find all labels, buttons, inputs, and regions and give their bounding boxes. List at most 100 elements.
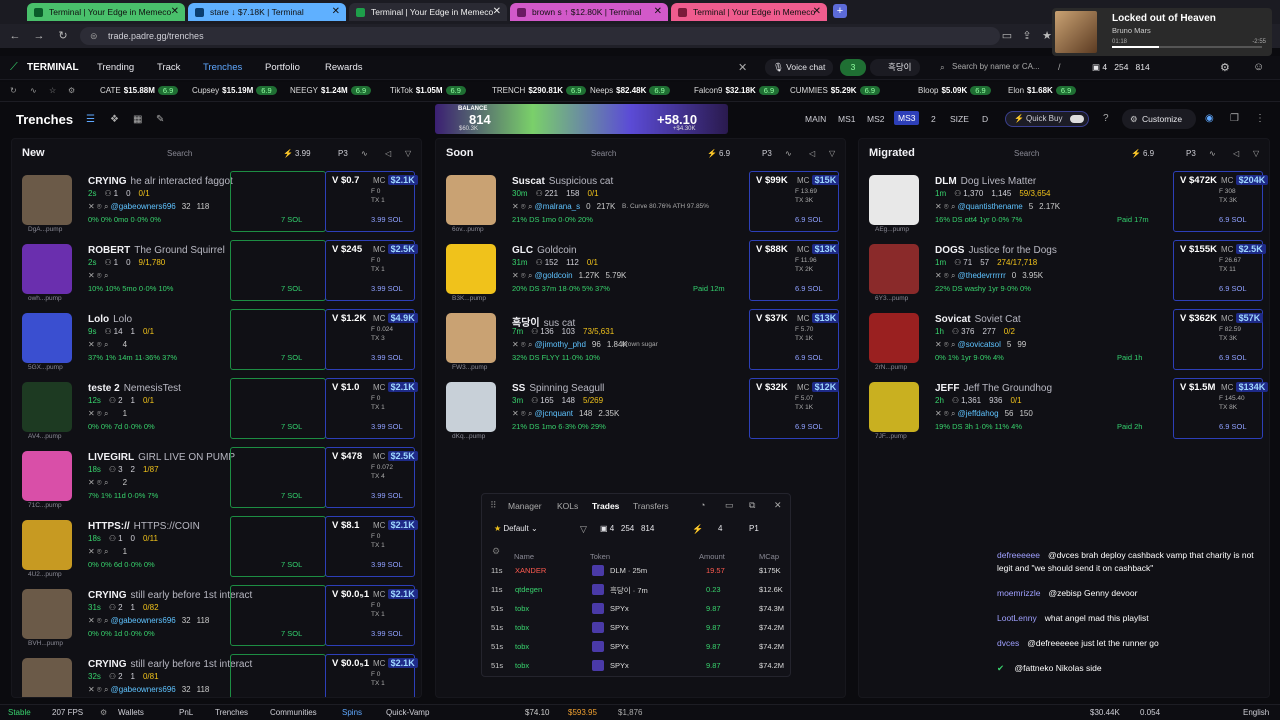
owner-handle[interactable]: @gabeowners696 [111, 202, 176, 211]
track-progress-bar[interactable] [1112, 46, 1262, 48]
buy-sol-button[interactable]: 6.9 SOL [1219, 353, 1247, 362]
tab-kols[interactable]: KOLs [557, 501, 578, 511]
token-card[interactable]: 71C...pump LIVEGIRL GIRL LIVE ON PUMP 18s ⚇ 3… [18, 445, 418, 511]
ticker-item[interactable]: Bloop $5.09K 6.9 [918, 86, 991, 95]
trader-name[interactable]: XANDER [515, 566, 546, 575]
chat-username[interactable]: dvces [997, 638, 1019, 648]
size-value[interactable]: 2 [931, 114, 936, 124]
column-buy-amount[interactable]: 6.9 [719, 149, 730, 158]
quick-buy-amount[interactable]: 7 SOL [281, 629, 302, 638]
twitter-icon[interactable]: ✕ ⌾ ⌕ [935, 409, 958, 418]
d-toggle[interactable]: D [982, 114, 988, 124]
token-thumbnail[interactable] [22, 313, 72, 363]
bookmark-icon[interactable]: ❐ [1230, 113, 1239, 124]
ticker-item[interactable]: TRENCH $290.81K 6.9 [492, 86, 587, 95]
owner-handle[interactable]: @thedevrrrrrr [958, 271, 1006, 280]
customize-button[interactable]: ⚙ Customize [1122, 109, 1196, 129]
share-icon[interactable]: ⇪ [1020, 29, 1034, 43]
quick-buy-toggle[interactable]: ⚡ Quick Buy [1005, 111, 1089, 127]
token-thumbnail[interactable] [22, 244, 72, 294]
chart-icon[interactable]: ∿ [1209, 149, 1216, 158]
close-icon[interactable]: ✕ [332, 3, 340, 21]
preset-main[interactable]: MAIN [805, 114, 826, 124]
twitter-icon[interactable]: ✕ ⌾ ⌕ [88, 340, 111, 349]
buy-sol-button[interactable]: 3.99 SOL [371, 284, 403, 293]
buy-sol-button[interactable]: 3.99 SOL [371, 560, 403, 569]
token-thumbnail[interactable] [22, 520, 72, 570]
chat-username[interactable]: LootLenny [997, 613, 1037, 623]
close-icon[interactable]: ✕ [774, 500, 782, 511]
buy-sol-button[interactable]: 6.9 SOL [795, 215, 823, 224]
notification-badge[interactable]: 3 [840, 59, 866, 76]
token-card[interactable]: 7JF...pump JEFF Jeff The Groundhog 2h ⚇ 1,361… [865, 376, 1269, 442]
filter-icon[interactable]: ▽ [829, 149, 835, 158]
help-icon[interactable]: ? [1103, 113, 1109, 124]
token-card[interactable]: 6Y3...pump DOGS Justice for the Dogs 1m ⚇ 71 5… [865, 238, 1266, 304]
grid-view-icon[interactable]: ▦ [133, 114, 142, 125]
twitter-icon[interactable]: ✕ ⌾ ⌕ [935, 202, 958, 211]
forward-icon[interactable]: → [32, 29, 46, 43]
trades-count[interactable]: 4 [718, 524, 722, 533]
reload-icon[interactable]: ↻ [56, 29, 70, 43]
ticker-item[interactable]: TikTok $1.05M 6.9 [390, 86, 466, 95]
settings-gear-icon[interactable]: ⚙ [1220, 61, 1230, 74]
quick-buy-amount[interactable]: 7 SOL [281, 560, 302, 569]
filter-icon[interactable]: ▽ [405, 149, 411, 158]
site-info-icon[interactable]: ⊜ [90, 27, 98, 45]
owner-handle[interactable]: @jeffdahog [958, 409, 999, 418]
footer-pnl[interactable]: PnL [179, 708, 193, 717]
buy-sol-button[interactable]: 3.99 SOL [371, 422, 403, 431]
owner-handle[interactable]: @goldcoin [535, 271, 573, 280]
owner-handle[interactable]: @jimothy_phd [535, 340, 586, 349]
nav-portfolio[interactable]: Portfolio [265, 62, 300, 73]
token-card[interactable]: DgA...pump CRYING he alr interacted faggot… [18, 169, 418, 235]
trader-name[interactable]: tobx [515, 661, 529, 670]
token-card[interactable]: AV4...pump teste 2 NemesisTest 12s ⚇ 2 1 0/1 ✕ ⌾… [18, 376, 418, 442]
twitter-icon[interactable]: ✕ ⌾ ⌕ [512, 409, 535, 418]
column-preset[interactable]: P3 [1186, 149, 1196, 158]
trade-token[interactable]: SPYx [610, 642, 629, 651]
token-thumbnail[interactable] [869, 175, 919, 225]
browser-tab-3[interactable]: Terminal | Your Edge in Memeco ✕ [349, 3, 507, 21]
voice-chat-button[interactable]: 🎙︎ Voice chat [765, 59, 834, 76]
quick-buy-amount[interactable]: Paid 17m [1117, 215, 1149, 224]
buy-sol-button[interactable]: 3.99 SOL [371, 353, 403, 362]
token-thumbnail[interactable] [446, 244, 496, 294]
token-card[interactable]: CRYING still early before 1st interact 32s… [18, 652, 418, 697]
twitter-icon[interactable]: ✕ ⌾ ⌕ [88, 478, 111, 487]
eye-icon[interactable]: ◉ [1205, 113, 1214, 124]
size-label[interactable]: SIZE [950, 114, 969, 124]
close-icon[interactable]: ✕ [493, 3, 501, 21]
nav-rewards[interactable]: Rewards [325, 62, 363, 73]
popout-icon[interactable]: ⧉ [749, 500, 755, 511]
trade-token[interactable]: DLM · 25m [610, 566, 647, 575]
close-icon[interactable]: ✕ [813, 3, 821, 21]
token-card[interactable]: 5GX...pump Lolo Lolo 9s ⚇ 14 1 0/1 ✕ ⌾ ⌕ 4 37% 1%… [18, 307, 418, 373]
token-card[interactable]: FW3...pump 흑당이 sus cat 7m ⚇ 136 103 73/5,631 ✕ ⌾… [442, 307, 840, 373]
twitter-icon[interactable]: ✕ ⌾ ⌕ [88, 616, 111, 625]
drag-handle-icon[interactable]: ⠿ [490, 500, 497, 511]
buy-sol-button[interactable]: 6.9 SOL [1219, 215, 1247, 224]
filter-icon[interactable]: ▽ [1253, 149, 1259, 158]
ticker-item[interactable]: CUMMIES $5.29K 6.9 [790, 86, 881, 95]
column-preset[interactable]: P3 [762, 149, 772, 158]
token-thumbnail[interactable] [446, 313, 496, 363]
settings-icon[interactable]: ⚙ [492, 546, 500, 557]
footer-wallets[interactable]: Wallets [118, 708, 144, 717]
user-icon[interactable]: ☺ [1253, 61, 1264, 73]
chart-icon[interactable]: ∿ [361, 149, 368, 158]
mute-icon[interactable]: ◁ [1233, 149, 1239, 158]
owner-handle[interactable]: @quantisthename [958, 202, 1023, 211]
tab-trades[interactable]: Trades [592, 501, 619, 511]
trade-row[interactable]: 51s tobx SPYx 9.87 $74.2M [482, 619, 790, 637]
footer-language[interactable]: English [1243, 708, 1269, 717]
footer-communities[interactable]: Communities [270, 708, 317, 717]
token-card[interactable]: AEg...pump DLM Dog Lives Matter 1m ⚇ 1,370 1,1… [865, 169, 1269, 235]
tab-transfers[interactable]: Transfers [633, 501, 669, 511]
quick-buy-amount[interactable]: 7 SOL [281, 491, 302, 500]
token-thumbnail[interactable] [446, 175, 496, 225]
quick-buy-amount[interactable]: 7 SOL [281, 284, 302, 293]
column-search-input[interactable]: Search [167, 149, 192, 158]
buy-sol-button[interactable]: 6.9 SOL [795, 284, 823, 293]
column-buy-amount[interactable]: 6.9 [1143, 149, 1154, 158]
